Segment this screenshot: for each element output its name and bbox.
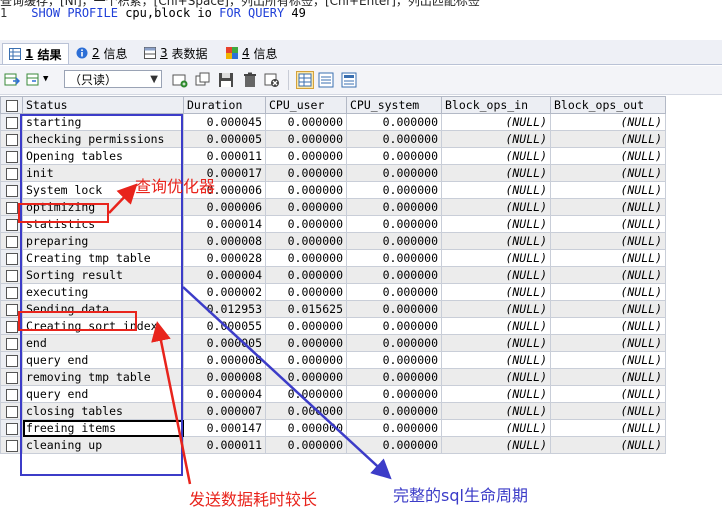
sending-data-annotation: 发送数据耗时较长 — [189, 490, 318, 509]
annotation-arrows — [108, 183, 392, 485]
lifecycle-arrow — [182, 286, 392, 480]
optimizer-arrow — [108, 183, 138, 214]
optimizer-annotation: 查询优化器 — [135, 177, 216, 196]
sending-data-arrow — [151, 321, 192, 485]
lifecycle-annotation: 完整的sql生命周期 — [393, 486, 528, 505]
